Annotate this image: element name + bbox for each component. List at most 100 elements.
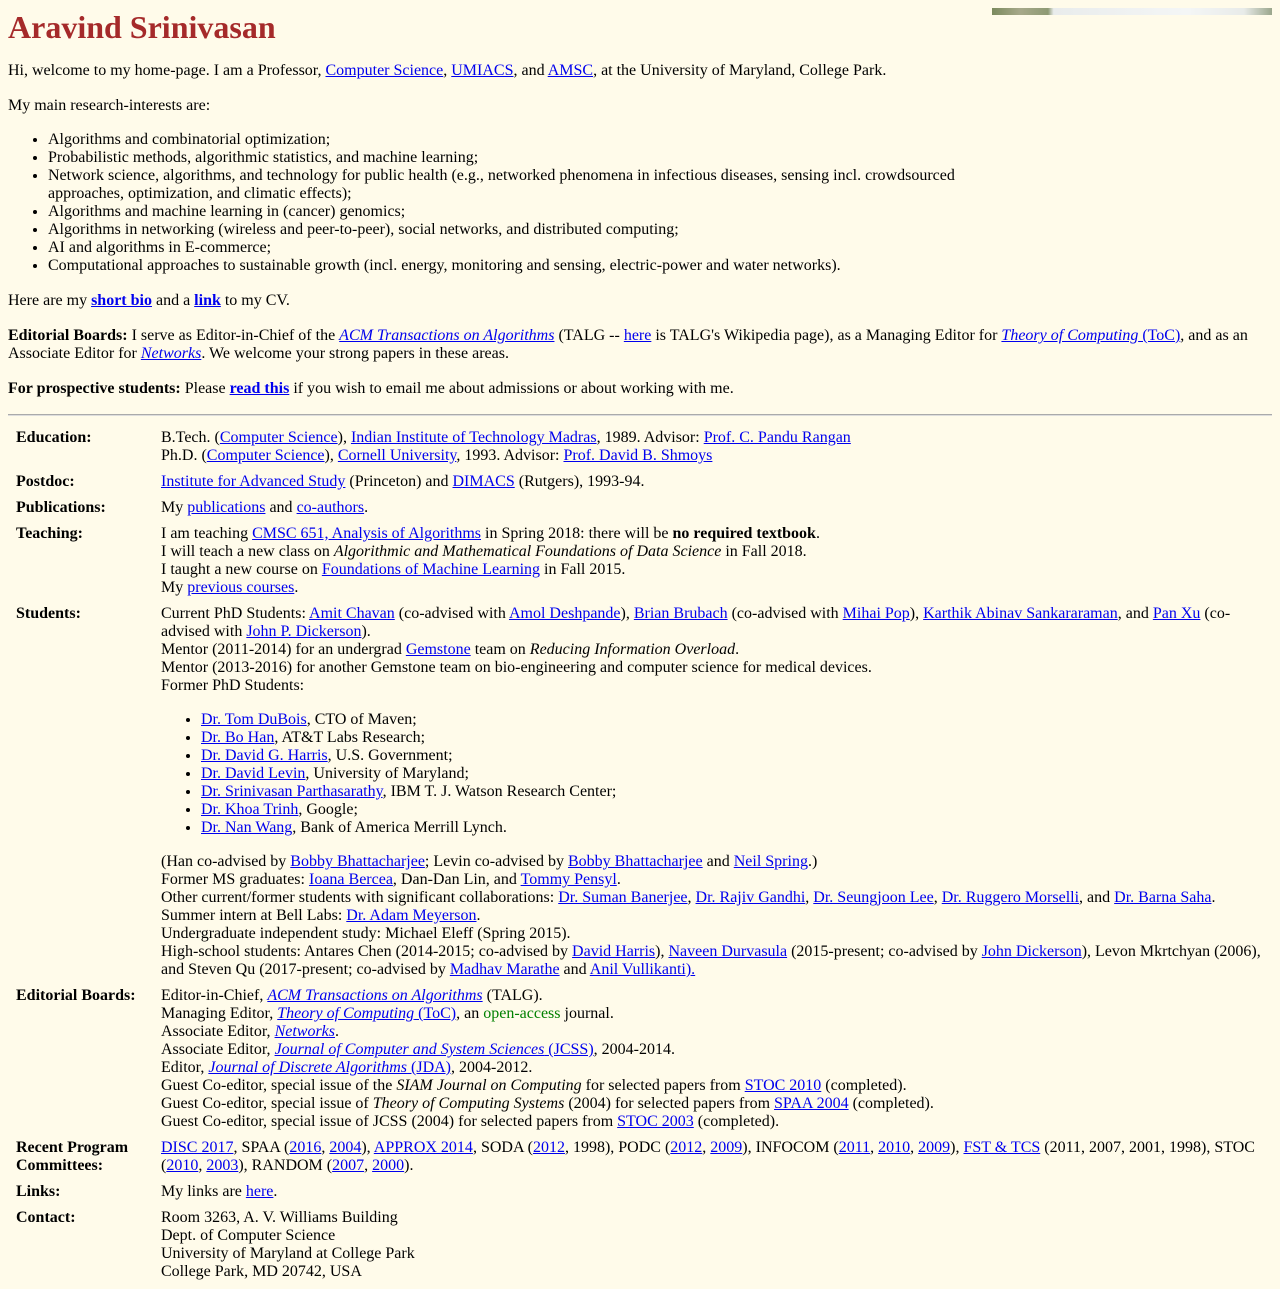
computer-science-link[interactable]: Computer Science — [326, 62, 444, 79]
toc-link[interactable]: Theory of Computing (ToC) — [1001, 327, 1180, 344]
ias-link[interactable]: Institute for Advanced Study — [161, 473, 345, 490]
coadvisor-link[interactable]: Amol Deshpande — [509, 605, 621, 622]
amsc-link[interactable]: AMSC — [548, 62, 593, 79]
coadvisor-link[interactable]: Bobby Bhattacharjee — [290, 853, 425, 870]
cmsc651-link[interactable]: CMSC 651, Analysis of Algorithms — [252, 525, 481, 542]
former-student-link[interactable]: Dr. David Levin — [201, 765, 305, 782]
students-label: Students: — [16, 605, 81, 622]
research-item: Probabilistic methods, algorithmic stati… — [48, 149, 1003, 167]
info-table: Education: B.Tech. (Computer Science), I… — [8, 421, 1272, 1289]
iit-madras-link[interactable]: Indian Institute of Technology Madras — [351, 429, 597, 446]
students-row: Students: Current PhD Students: Amit Cha… — [16, 605, 1264, 979]
postdoc-label: Postdoc: — [16, 473, 75, 490]
coadvisor-link[interactable]: David Harris — [572, 943, 655, 960]
committee-link[interactable]: 2016 — [289, 1139, 321, 1156]
journal-link[interactable]: Journal of Discrete Algorithms (JDA) — [208, 1059, 451, 1076]
student-link[interactable]: Amit Chavan — [309, 605, 395, 622]
previous-courses-link[interactable]: previous courses — [187, 579, 294, 596]
postdoc-content: Institute for Advanced Study (Princeton)… — [161, 473, 645, 490]
committee-link[interactable]: 2010 — [878, 1139, 910, 1156]
committee-link[interactable]: 2003 — [206, 1157, 238, 1174]
committee-link[interactable]: 2010 — [166, 1157, 198, 1174]
conference-link[interactable]: STOC 2010 — [745, 1077, 822, 1094]
read-this-link[interactable]: read this — [230, 380, 290, 397]
collaborator-link[interactable]: Dr. Rajiv Gandhi — [696, 889, 806, 906]
ml-course-link[interactable]: Foundations of Machine Learning — [322, 561, 540, 578]
ms-student-link[interactable]: Tommy Pensyl — [521, 871, 617, 888]
student-link[interactable]: Karthik Abinav Sankararaman — [923, 605, 1118, 622]
cv-link[interactable]: link — [194, 292, 221, 309]
former-student-link[interactable]: Dr. Nan Wang — [201, 819, 292, 836]
talg-wikipedia-link[interactable]: here — [624, 327, 652, 344]
coauthors-link[interactable]: co-authors — [297, 499, 365, 516]
intro-paragraph: Hi, welcome to my home-page. I am a Prof… — [8, 62, 887, 79]
networks-link[interactable]: Networks — [141, 345, 201, 362]
journal-link[interactable]: Theory of Computing (ToC) — [277, 1005, 456, 1022]
ms-student-link[interactable]: Ioana Bercea — [309, 871, 393, 888]
pandu-rangan-link[interactable]: Prof. C. Pandu Rangan — [704, 429, 851, 446]
education-label: Education: — [16, 429, 92, 446]
gemstone-link[interactable]: Gemstone — [406, 641, 471, 658]
research-item: Algorithms and machine learning in (canc… — [48, 203, 1003, 221]
shmoys-link[interactable]: Prof. David B. Shmoys — [563, 447, 712, 464]
journal-link[interactable]: Networks — [275, 1023, 335, 1040]
address-line: College Park, MD 20742, USA — [161, 1263, 362, 1280]
hs-student-link[interactable]: Naveen Durvasula — [668, 943, 787, 960]
coadvisor-link[interactable]: Mihai Pop — [843, 605, 910, 622]
committee-link[interactable]: FST & TCS — [963, 1139, 1040, 1156]
list-item: Dr. Nan Wang, Bank of America Merrill Ly… — [201, 819, 1264, 837]
committee-link[interactable]: 2007 — [332, 1157, 364, 1174]
dimacs-link[interactable]: DIMACS — [453, 473, 515, 490]
committee-link[interactable]: 2012 — [533, 1139, 565, 1156]
coadvisor-link[interactable]: Neil Spring — [734, 853, 808, 870]
committee-link[interactable]: 2011 — [839, 1139, 870, 1156]
collaborator-link[interactable]: Dr. Barna Saha — [1114, 889, 1211, 906]
list-item: Dr. David Levin, University of Maryland; — [201, 765, 1264, 783]
collaborator-link[interactable]: Dr. Ruggero Morselli — [942, 889, 1079, 906]
list-item: Dr. David G. Harris, U.S. Government; — [201, 747, 1264, 765]
btech-cs-link[interactable]: Computer Science — [220, 429, 338, 446]
journal-link[interactable]: ACM Transactions on Algorithms — [267, 987, 482, 1004]
coadvisor-link[interactable]: Anil Vullikanti). — [590, 961, 695, 978]
editorial-label: Editorial Boards: — [16, 987, 136, 1004]
journal-link[interactable]: Journal of Computer and System Sciences … — [275, 1041, 594, 1058]
conference-link[interactable]: STOC 2003 — [617, 1113, 694, 1130]
links-here-link[interactable]: here — [246, 1183, 274, 1200]
former-student-link[interactable]: Dr. Bo Han — [201, 729, 274, 746]
publications-link[interactable]: publications — [187, 499, 265, 516]
committees-row: Recent Program Committees: DISC 2017, SP… — [16, 1139, 1264, 1175]
intern-link[interactable]: Dr. Adam Meyerson — [346, 907, 476, 924]
conference-link[interactable]: SPAA 2004 — [774, 1095, 849, 1112]
phd-cs-link[interactable]: Computer Science — [207, 447, 325, 464]
coadvisor-link[interactable]: Madhav Marathe — [450, 961, 560, 978]
student-link[interactable]: Brian Brubach — [634, 605, 728, 622]
committee-link[interactable]: APPROX 2014 — [374, 1139, 473, 1156]
divider — [8, 414, 1272, 416]
former-student-link[interactable]: Dr. Srinivasan Parthasarathy — [201, 783, 383, 800]
cornell-link[interactable]: Cornell University — [338, 447, 457, 464]
contact-content: Room 3263, A. V. Williams Building Dept.… — [161, 1209, 1264, 1281]
former-student-link[interactable]: Dr. Khoa Trinh — [201, 801, 298, 818]
collaborator-link[interactable]: Dr. Suman Banerjee — [558, 889, 687, 906]
contact-label: Contact: — [16, 1209, 76, 1226]
umiacs-link[interactable]: UMIACS — [451, 62, 513, 79]
committee-link[interactable]: 2012 — [670, 1139, 702, 1156]
coadvisor-link[interactable]: John Dickerson — [982, 943, 1082, 960]
links-label: Links: — [16, 1183, 61, 1200]
committee-link[interactable]: 2004 — [329, 1139, 361, 1156]
short-bio-link[interactable]: short bio — [91, 292, 152, 309]
collaborator-link[interactable]: Dr. Seungjoon Lee — [813, 889, 933, 906]
student-link[interactable]: Pan Xu — [1153, 605, 1201, 622]
committee-link[interactable]: 2000 — [372, 1157, 404, 1174]
committee-link[interactable]: 2009 — [918, 1139, 950, 1156]
talg-link[interactable]: ACM Transactions on Algorithms — [339, 327, 554, 344]
former-student-link[interactable]: Dr. David G. Harris — [201, 747, 328, 764]
links-row: Links: My links are here. — [16, 1183, 1264, 1201]
coadvisor-link[interactable]: John P. Dickerson — [246, 623, 361, 640]
coadvisor-link[interactable]: Bobby Bhattacharjee — [568, 853, 703, 870]
committee-link[interactable]: 2009 — [710, 1139, 742, 1156]
committee-link[interactable]: DISC 2017 — [161, 1139, 233, 1156]
bio-paragraph: Here are my short bio and a link to my C… — [8, 292, 290, 309]
former-student-link[interactable]: Dr. Tom DuBois — [201, 711, 307, 728]
research-item: Computational approaches to sustainable … — [48, 257, 1003, 275]
